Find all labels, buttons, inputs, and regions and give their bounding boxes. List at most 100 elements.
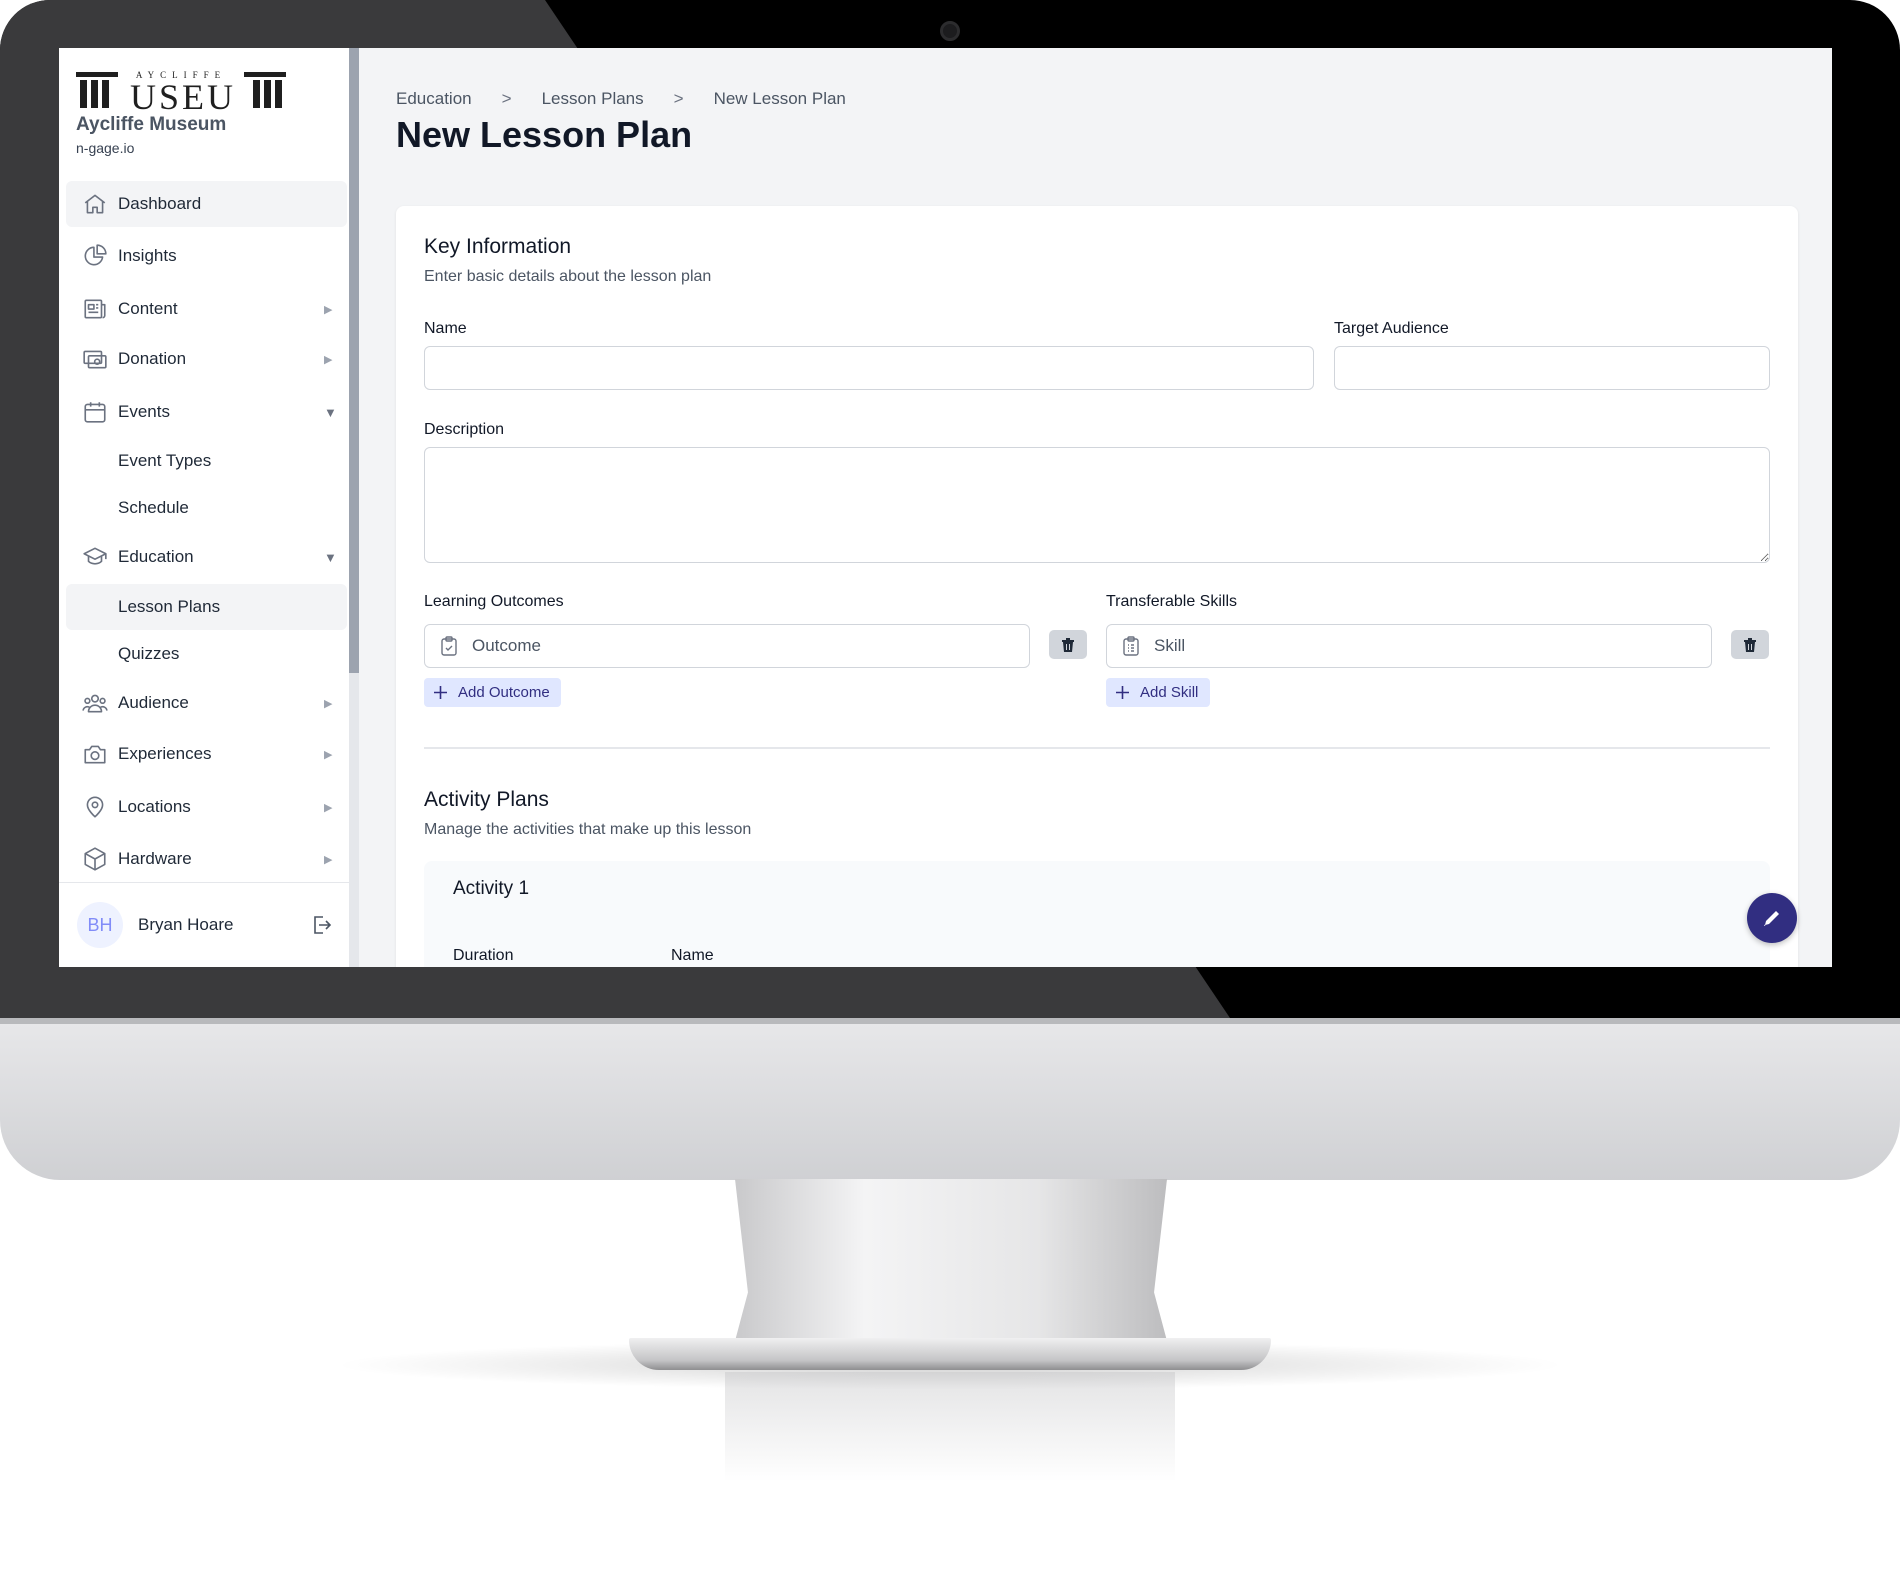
delete-outcome-button[interactable] xyxy=(1049,630,1087,659)
cube-icon xyxy=(84,847,106,871)
section-subtitle: Enter basic details about the lesson pla… xyxy=(424,268,712,285)
monitor-stand xyxy=(735,1179,1167,1341)
calendar-icon xyxy=(84,402,106,423)
delete-skill-button[interactable] xyxy=(1731,630,1769,659)
chevron-right-icon: ▶ xyxy=(324,853,333,866)
user-group-icon xyxy=(82,694,108,713)
plus-icon xyxy=(434,686,447,699)
logout-icon[interactable] xyxy=(309,913,333,937)
breadcrumb-education[interactable]: Education xyxy=(396,89,472,109)
site-name: n-gage.io xyxy=(76,140,135,156)
sidebar-item-label: Locations xyxy=(118,797,191,816)
user-name: Bryan Hoare xyxy=(138,915,234,934)
trash-icon xyxy=(1744,637,1756,652)
home-icon xyxy=(84,194,106,214)
sidebar-item-label: Donation xyxy=(118,349,187,368)
learning-outcomes-label: Learning Outcomes xyxy=(424,593,564,610)
chevron-down-icon: ▼ xyxy=(324,549,337,565)
org-name: Aycliffe Museum xyxy=(76,114,227,135)
pencil-icon xyxy=(1764,911,1779,926)
outcome-input[interactable]: Outcome xyxy=(424,624,1030,668)
sidebar-item-donation[interactable]: Donation ▶ xyxy=(66,336,347,382)
sidebar-item-label: Insights xyxy=(118,246,177,265)
add-skill-button[interactable]: Add Skill xyxy=(1106,678,1210,707)
graduation-cap-icon xyxy=(83,547,107,565)
breadcrumb-lesson-plans[interactable]: Lesson Plans xyxy=(542,89,644,109)
sidebar-item-hardware[interactable]: Hardware ▶ xyxy=(66,836,347,882)
sidebar-item-audience[interactable]: Audience ▶ xyxy=(66,680,347,726)
trash-icon xyxy=(1062,637,1074,652)
app-screen: AYCLIFFE USEU Aycliffe Museum n-gage.io … xyxy=(59,48,1832,967)
transferable-skills-label: Transferable Skills xyxy=(1106,593,1238,610)
activity-plans-title: Activity Plans xyxy=(424,788,549,811)
pie-chart-icon xyxy=(84,244,107,266)
target-audience-label: Target Audience xyxy=(1334,320,1449,337)
breadcrumb-current: New Lesson Plan xyxy=(713,89,846,108)
sidebar-item-insights[interactable]: Insights xyxy=(66,233,347,279)
breadcrumb: Education > Lesson Plans > New Lesson Pl… xyxy=(396,89,876,109)
sidebar-item-lesson-plans[interactable]: Lesson Plans xyxy=(66,584,347,630)
sidebar-item-events[interactable]: Events ▼ xyxy=(66,389,347,435)
map-pin-icon xyxy=(86,796,104,818)
edit-fab-button[interactable] xyxy=(1747,893,1797,943)
activity-plans-subtitle: Manage the activities that make up this … xyxy=(424,821,752,838)
chevron-right-icon: ▶ xyxy=(324,748,333,761)
activity-title: Activity 1 xyxy=(453,878,530,899)
activity-card: Activity 1 Duration Name xyxy=(424,861,1770,967)
sidebar-item-label: Content xyxy=(118,299,178,318)
chevron-down-icon: ▼ xyxy=(324,404,337,420)
camera-icon xyxy=(940,21,960,41)
sidebar-item-label: Quizzes xyxy=(118,644,180,663)
breadcrumb-separator: > xyxy=(673,89,684,108)
breadcrumb-separator: > xyxy=(501,89,512,108)
chevron-right-icon: ▶ xyxy=(324,353,333,366)
museum-logo: AYCLIFFE USEU xyxy=(76,70,286,117)
chevron-right-icon: ▶ xyxy=(324,801,333,814)
sidebar-item-label: Education xyxy=(118,547,194,566)
sidebar-item-schedule[interactable]: Schedule xyxy=(66,485,347,531)
cash-icon xyxy=(83,350,107,369)
avatar[interactable]: BH xyxy=(77,902,123,948)
description-label: Description xyxy=(424,421,505,438)
sidebar-item-education[interactable]: Education ▼ xyxy=(66,534,347,580)
outcome-placeholder: Outcome xyxy=(472,636,541,655)
sidebar-item-event-types[interactable]: Event Types xyxy=(66,438,347,484)
newspaper-icon xyxy=(84,299,106,319)
camera-icon xyxy=(84,745,106,764)
target-audience-input[interactable] xyxy=(1334,346,1770,390)
duration-label: Duration xyxy=(453,947,514,964)
clipboard-list-icon xyxy=(1123,636,1139,656)
activity-name-label: Name xyxy=(671,947,714,964)
section-divider xyxy=(424,747,1770,749)
clipboard-check-icon xyxy=(441,636,457,656)
sidebar-item-locations[interactable]: Locations ▶ xyxy=(66,784,347,830)
skill-placeholder: Skill xyxy=(1154,636,1186,655)
add-outcome-button[interactable]: Add Outcome xyxy=(424,678,561,707)
svg-text:USEU: USEU xyxy=(130,77,236,112)
plus-icon xyxy=(1116,686,1129,699)
sidebar-item-experiences[interactable]: Experiences ▶ xyxy=(66,731,347,777)
chevron-right-icon: ▶ xyxy=(324,303,333,316)
section-title: Key Information xyxy=(424,235,572,258)
sidebar-item-label: Events xyxy=(118,402,170,421)
sidebar-item-label: Dashboard xyxy=(118,194,202,213)
sidebar-item-quizzes[interactable]: Quizzes xyxy=(66,631,347,677)
description-textarea[interactable] xyxy=(424,447,1770,563)
user-panel: BH Bryan Hoare xyxy=(59,882,349,967)
sidebar-item-label: Hardware xyxy=(118,849,192,868)
sidebar-item-label: Experiences xyxy=(118,744,212,763)
monitor-base xyxy=(629,1338,1271,1370)
sidebar-item-label: Event Types xyxy=(118,451,212,470)
chevron-right-icon: ▶ xyxy=(324,697,333,710)
name-label: Name xyxy=(424,320,467,337)
monitor-chin xyxy=(0,1018,1900,1180)
skill-input[interactable]: Skill xyxy=(1106,624,1712,668)
sidebar-item-label: Schedule xyxy=(118,498,189,517)
sidebar-item-label: Audience xyxy=(118,693,189,712)
sidebar-item-label: Lesson Plans xyxy=(118,597,221,616)
sidebar-scrollbar-thumb[interactable] xyxy=(349,48,359,673)
sidebar-item-content[interactable]: Content ▶ xyxy=(66,286,347,332)
name-input[interactable] xyxy=(424,346,1314,390)
sidebar-item-dashboard[interactable]: Dashboard xyxy=(66,181,347,227)
page-title: New Lesson Plan xyxy=(396,114,693,155)
